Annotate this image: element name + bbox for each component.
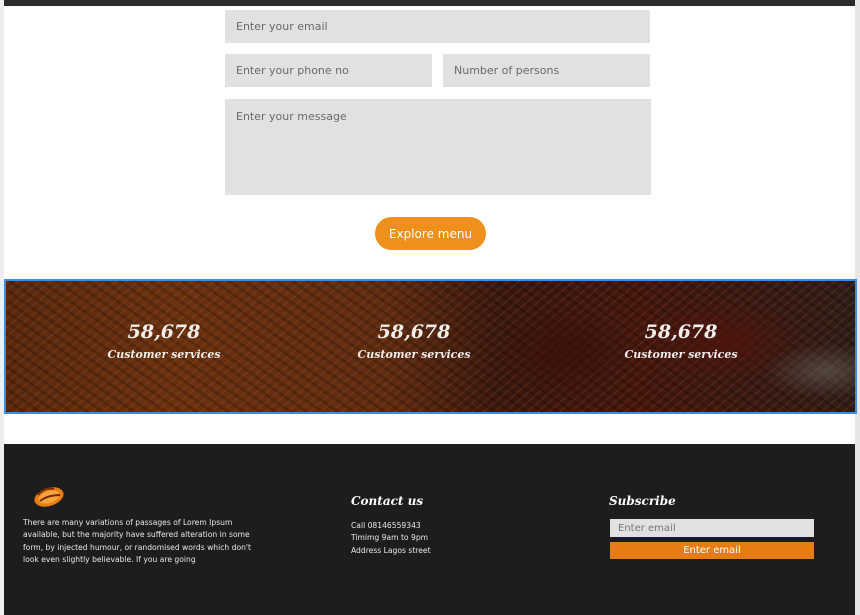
stat-item: 58,678 Customer services: [84, 321, 244, 361]
stat-item: 58,678 Customer services: [334, 321, 494, 361]
subscribe-email-input[interactable]: [610, 519, 814, 537]
stat-value: 58,678: [377, 321, 451, 343]
email-input[interactable]: [225, 10, 650, 43]
phone-input[interactable]: [225, 54, 432, 87]
stat-value: 58,678: [127, 321, 201, 343]
stat-value: 58,678: [644, 321, 718, 343]
about-text: There are many variations of passages of…: [23, 518, 251, 565]
brand-logo[interactable]: [32, 481, 66, 509]
footer: There are many variations of passages of…: [4, 444, 855, 615]
message-textarea[interactable]: [225, 99, 651, 195]
persons-input[interactable]: [443, 54, 650, 87]
subscribe-heading: Subscribe: [609, 494, 676, 508]
contact-details: Call 08146559343 Timimg 9am to 9pm Addre…: [351, 521, 431, 555]
subscribe-button[interactable]: Enter email: [610, 542, 814, 559]
explore-menu-button[interactable]: Explore menu: [375, 217, 486, 250]
stat-label: Customer services: [624, 348, 738, 361]
stat-label: Customer services: [107, 348, 221, 361]
stats-banner: 58,678 Customer services 58,678 Customer…: [4, 279, 857, 414]
stat-item: 58,678 Customer services: [601, 321, 761, 361]
browser-top-bar: [0, 0, 860, 6]
contact-heading: Contact us: [351, 494, 424, 508]
stat-label: Customer services: [357, 348, 471, 361]
